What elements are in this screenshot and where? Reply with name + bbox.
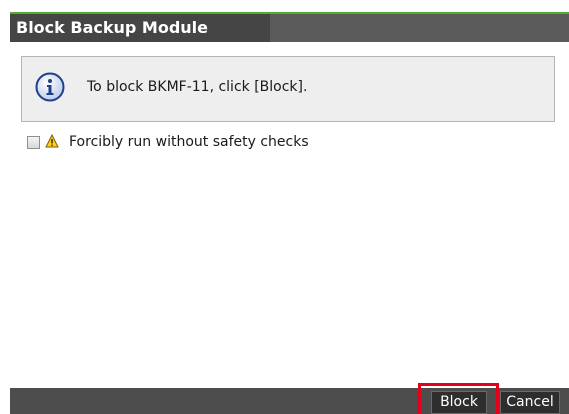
title-bar: Block Backup Module	[10, 14, 569, 42]
block-button[interactable]: Block	[431, 391, 487, 414]
info-icon	[35, 72, 65, 102]
force-run-checkbox[interactable]	[27, 136, 40, 149]
warning-icon	[45, 134, 59, 148]
block-backup-module-dialog: Block Backup Module To block BKMF-11, cl…	[0, 0, 569, 414]
dialog-title: Block Backup Module	[16, 18, 208, 37]
info-message-box: To block BKMF-11, click [Block].	[21, 56, 555, 122]
title-tab: Block Backup Module	[10, 14, 270, 42]
cancel-button[interactable]: Cancel	[500, 391, 560, 414]
force-run-label[interactable]: Forcibly run without safety checks	[69, 133, 309, 151]
info-message: To block BKMF-11, click [Block].	[87, 79, 308, 95]
